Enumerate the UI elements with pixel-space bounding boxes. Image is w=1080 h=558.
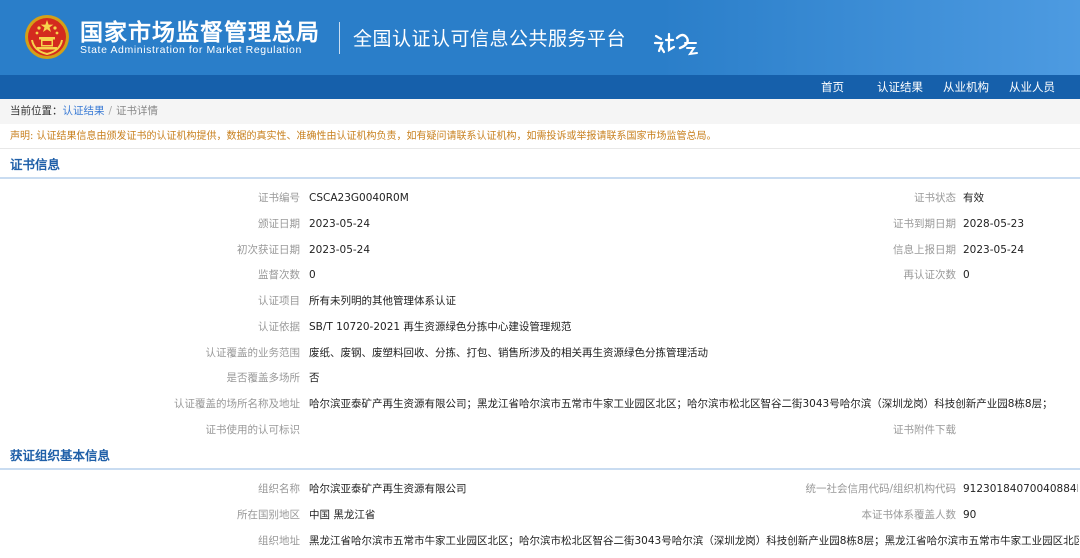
field-value: 哈尔滨亚泰矿产再生资源有限公司；黑龙江省哈尔滨市五常市牛家工业园区北区；哈尔滨市… xyxy=(309,398,1053,410)
field-value: 废纸、废钢、废塑料回收、分拣、打包、销售所涉及的相关再生资源绿色分拣管理活动 xyxy=(309,347,708,359)
field-label: 组织名称 xyxy=(258,483,300,495)
field-label: 证书使用的认可标识 xyxy=(205,424,301,436)
field-value: 0 xyxy=(963,269,970,281)
agency-name-en: State Administration for Market Regulati… xyxy=(80,44,302,56)
cert-row: 认证依据 SB/T 10720-2021 再生资源绿色分拣中心建设管理规范 xyxy=(0,314,1080,340)
disclaimer-notice: 声明: 认证结果信息由颁发证书的认证机构提供，数据的真实性、准确性由认证机构负责… xyxy=(0,124,1080,149)
field-label: 信息上报日期 xyxy=(893,244,956,256)
field-value: 所有未列明的其他管理体系认证 xyxy=(309,295,456,307)
cert-row: 证书编号 CSCA23G0040R0M 证书状态 有效 xyxy=(0,185,1080,211)
site-header: 国家市场监督管理总局 State Administration for Mark… xyxy=(0,0,1080,75)
field-label: 认证覆盖的场所名称及地址 xyxy=(174,398,300,410)
field-value: 否 xyxy=(309,372,320,384)
field-label: 初次获证日期 xyxy=(237,244,300,256)
field-label: 证书编号 xyxy=(258,192,300,204)
field-label: 监督次数 xyxy=(258,269,300,281)
cert-row: 认证覆盖的场所名称及地址 哈尔滨亚泰矿产再生资源有限公司；黑龙江省哈尔滨市五常市… xyxy=(0,391,1080,417)
section-title-org: 获证组织基本信息 xyxy=(0,442,1080,470)
field-value: SB/T 10720-2021 再生资源绿色分拣中心建设管理规范 xyxy=(309,321,572,333)
field-label: 证书到期日期 xyxy=(893,218,956,230)
org-row: 所在国别地区 中国 黑龙江省 本证书体系覆盖人数 90 xyxy=(0,502,1080,528)
field-label: 认证依据 xyxy=(258,321,300,333)
field-label: 是否覆盖多场所 xyxy=(226,372,301,384)
cert-row: 认证覆盖的业务范围 废纸、废钢、废塑料回收、分拣、打包、销售所涉及的相关再生资源… xyxy=(0,340,1080,366)
breadcrumb-link-results[interactable]: 认证结果 xyxy=(63,105,105,117)
field-label: 再认证次数 xyxy=(903,269,957,281)
breadcrumb-prefix: 当前位置： xyxy=(10,105,63,117)
field-label: 统一社会信用代码/组织机构代码 xyxy=(805,483,956,495)
field-value: 90 xyxy=(963,509,977,521)
breadcrumb-separator: / xyxy=(108,105,113,117)
field-label: 本证书体系覆盖人数 xyxy=(861,509,957,521)
org-row: 组织名称 哈尔滨亚泰矿产再生资源有限公司 统一社会信用代码/组织机构代码 912… xyxy=(0,476,1080,502)
national-emblem-icon xyxy=(25,15,69,59)
nav-institutions[interactable]: 从业机构 xyxy=(943,75,989,99)
platform-title: 全国认证认可信息公共服务平台 xyxy=(353,28,627,50)
nav-personnel[interactable]: 从业人员 xyxy=(1009,75,1055,99)
section-title-cert: 证书信息 xyxy=(0,151,1080,179)
field-label: 所在国别地区 xyxy=(237,509,300,521)
field-label: 颁证日期 xyxy=(258,218,300,230)
main-nav: 首页 认证结果 从业机构 从业人员 xyxy=(0,75,1080,99)
breadcrumb-current: 证书详情 xyxy=(116,105,159,117)
field-label: 认证覆盖的业务范围 xyxy=(205,347,301,359)
renzheng-yun-logo-icon xyxy=(653,32,698,56)
cert-row: 是否覆盖多场所 否 xyxy=(0,365,1080,391)
field-value: 有效 xyxy=(963,192,984,204)
field-label: 组织地址 xyxy=(258,535,300,547)
nav-home[interactable]: 首页 xyxy=(821,75,844,99)
agency-name-cn: 国家市场监督管理总局 xyxy=(80,20,320,46)
field-label: 证书状态 xyxy=(914,192,956,204)
org-row: 组织地址 黑龙江省哈尔滨市五常市牛家工业园区北区；哈尔滨市松北区智谷二街3043… xyxy=(0,528,1080,554)
header-divider xyxy=(339,22,340,54)
cert-row: 监督次数 0 再认证次数 0 xyxy=(0,262,1080,288)
attachment-download-link[interactable]: 证书附件下载 xyxy=(660,417,956,443)
nav-cert-results[interactable]: 认证结果 xyxy=(877,75,923,99)
field-value: 91230184070040884P xyxy=(963,483,1078,495)
field-value: 黑龙江省哈尔滨市五常市牛家工业园区北区；哈尔滨市松北区智谷二街3043号哈尔滨（… xyxy=(309,535,1079,547)
field-value: 2028-05-23 xyxy=(963,218,1025,230)
breadcrumb: 当前位置：认证结果 / 证书详情 xyxy=(0,99,1080,124)
cert-row: 认证项目 所有未列明的其他管理体系认证 xyxy=(0,288,1080,314)
field-value: 2023-05-24 xyxy=(963,244,1025,256)
cert-row: 初次获证日期 2023-05-24 信息上报日期 2023-05-24 xyxy=(0,237,1080,263)
cert-row: 颁证日期 2023-05-24 证书到期日期 2028-05-23 xyxy=(0,211,1080,237)
field-label: 认证项目 xyxy=(258,295,300,307)
header-glow xyxy=(660,0,1080,75)
cert-row: 证书使用的认可标识 证书附件下载 xyxy=(0,417,1080,443)
